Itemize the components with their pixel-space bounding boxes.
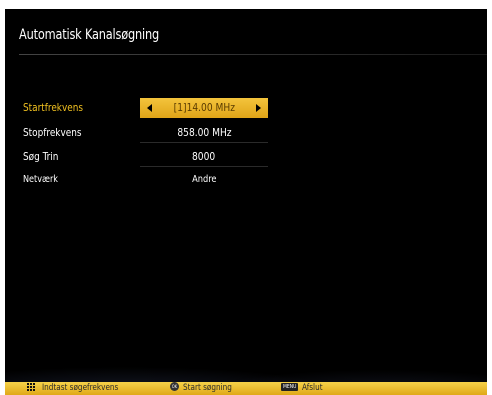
footer-hint-bar: Indtast søgefrekvens OK Start søgning MEN… xyxy=(5,382,487,395)
setting-label: Startfrekvens xyxy=(23,101,84,114)
setting-row-start-frequency[interactable]: Startfrekvens [1]14.00 MHz xyxy=(5,98,487,118)
numeric-keys-icon xyxy=(27,382,38,391)
footer-hint-numeric: Indtast søgefrekvens xyxy=(27,382,127,395)
setting-value: [1]14.00 MHz xyxy=(173,101,235,114)
footer-hint-menu: MENU Afslut xyxy=(281,382,325,395)
setting-value: 858.00 MHz xyxy=(176,126,232,139)
footer-hint-ok: OK Start søgning xyxy=(170,382,237,395)
network-value[interactable]: Andre xyxy=(140,170,268,190)
value-divider xyxy=(140,142,268,143)
title-divider xyxy=(19,54,487,55)
footer-hint-label: Start søgning xyxy=(183,383,232,393)
footer-hint-label: Indtast søgefrekvens xyxy=(42,383,119,393)
setting-row-stop-frequency[interactable]: Stopfrekvens 858.00 MHz xyxy=(5,123,487,143)
stop-frequency-value[interactable]: 858.00 MHz xyxy=(140,123,268,143)
tv-menu-screen: Automatisk Kanalsøgning Startfrekvens [1… xyxy=(5,9,487,395)
setting-label: Netværk xyxy=(23,174,58,185)
menu-key-icon: MENU xyxy=(281,382,299,391)
setting-value: 8000 xyxy=(192,150,216,163)
setting-row-search-step[interactable]: Søg Trin 8000 xyxy=(5,147,487,167)
arrow-right-icon[interactable] xyxy=(256,104,261,112)
start-frequency-value[interactable]: [1]14.00 MHz xyxy=(140,98,268,118)
setting-label: Stopfrekvens xyxy=(23,126,82,139)
footer-hint-label: Afslut xyxy=(302,383,323,393)
setting-row-network[interactable]: Netværk Andre xyxy=(5,170,487,190)
setting-label: Søg Trin xyxy=(23,150,59,163)
search-step-value[interactable]: 8000 xyxy=(140,147,268,167)
arrow-left-icon[interactable] xyxy=(147,104,152,112)
value-divider xyxy=(140,166,268,167)
setting-value: Andre xyxy=(191,174,217,185)
menu-title: Automatisk Kanalsøgning xyxy=(19,27,160,43)
ok-key-icon: OK xyxy=(170,382,179,391)
